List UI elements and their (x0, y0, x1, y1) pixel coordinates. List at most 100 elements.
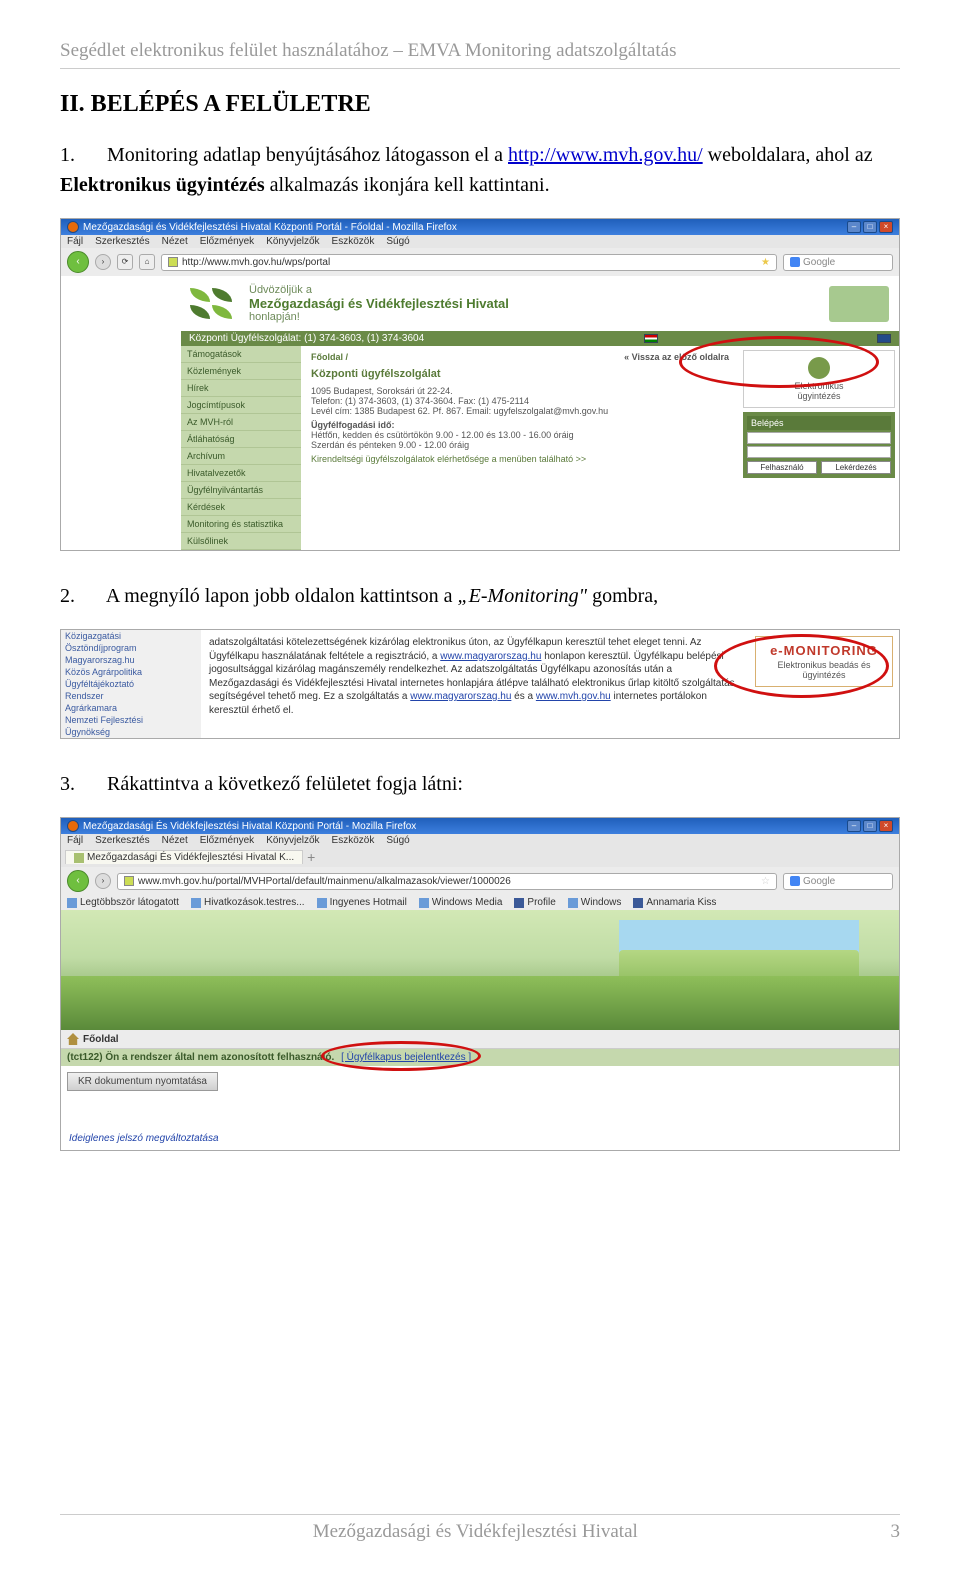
nav-item[interactable]: Kérdések (181, 499, 301, 516)
mvh-link[interactable]: http://www.mvh.gov.hu/ (508, 144, 703, 166)
nav2-item[interactable]: Közös Agrárpolitika (61, 666, 201, 678)
paragraph-2: 2. A megnyíló lapon jobb oldalon kattint… (60, 581, 900, 611)
p2-text-a: A megnyíló lapon jobb oldalon kattintson… (106, 585, 458, 607)
s2-link1[interactable]: www.magyarorszag.hu (440, 651, 541, 662)
menu-item[interactable]: Könyvjelzők (266, 236, 319, 247)
menu-item[interactable]: Fájl (67, 835, 83, 846)
nav2-item[interactable]: Ösztöndíjprogram (61, 642, 201, 654)
reload-button[interactable]: ⟳ (117, 254, 133, 270)
eu-sub: ügyintézés (750, 391, 888, 401)
menu-item[interactable]: Előzmények (200, 236, 254, 247)
bookmark-item[interactable]: Annamaria Kiss (633, 897, 716, 908)
browser-toolbar: ‹ › ⟳ ⌂ http://www.mvh.gov.hu/wps/portal… (61, 248, 899, 276)
menu-item[interactable]: Előzmények (200, 835, 254, 846)
menu-item[interactable]: Nézet (162, 835, 188, 846)
forward-button[interactable]: › (95, 254, 111, 270)
forward-button[interactable]: › (95, 873, 111, 889)
nav2-item[interactable]: Agrárkamara (61, 702, 201, 714)
temp-password-note[interactable]: Ideiglenes jelszó megváltoztatása (61, 1127, 899, 1150)
kr-print-button[interactable]: KR dokumentum nyomtatása (67, 1072, 218, 1091)
highlight-circle-2 (714, 634, 889, 698)
menu-item[interactable]: Eszközök (332, 835, 375, 846)
login-btn1[interactable]: Felhasználó (747, 461, 817, 474)
search-box-3[interactable]: Google (783, 873, 893, 890)
firefox-icon (67, 221, 79, 233)
close-button[interactable]: × (879, 221, 893, 233)
nav2-item[interactable]: Közigazgatási (61, 630, 201, 642)
flag-en-icon[interactable] (877, 334, 891, 343)
bookmark-item[interactable]: Hivatkozások.testres... (191, 897, 305, 908)
bookmark-item[interactable]: Legtöbbször látogatott (67, 897, 179, 908)
nav-item[interactable]: Közlemények (181, 363, 301, 380)
paragraph-1: 1. Monitoring adatlap benyújtásához láto… (60, 140, 900, 200)
s2-link2[interactable]: www.magyarorszag.hu (410, 691, 511, 702)
username-input[interactable] (747, 432, 891, 444)
center-link[interactable]: Kirendeltségi ügyfélszolgálatok elérhető… (311, 454, 729, 464)
nav-item[interactable]: Az MVH-ról (181, 414, 301, 431)
s2-link3[interactable]: www.mvh.gov.hu (536, 691, 611, 702)
p2-text-b: gombra, (592, 585, 658, 607)
shot2-text: adatszolgáltatási kötelezettségének kizá… (201, 630, 749, 738)
nav-item[interactable]: Külsőlinek (181, 533, 301, 550)
close-button[interactable]: × (879, 820, 893, 832)
flag-hu-icon[interactable] (644, 334, 658, 343)
bookmark-item[interactable]: Profile (514, 897, 555, 908)
fooldal-bar: Főoldal (61, 1030, 899, 1049)
nav-item[interactable]: Archívum (181, 448, 301, 465)
nav2-item[interactable]: Ügynökség (61, 726, 201, 738)
nav2-item[interactable]: Rendszer (61, 690, 201, 702)
address-bar[interactable]: http://www.mvh.gov.hu/wps/portal ★ (161, 254, 777, 271)
bookmark-item[interactable]: Ingyenes Hotmail (317, 897, 407, 908)
back-button[interactable]: ‹ (67, 251, 89, 273)
nav2-item[interactable]: Ügyféltájékoztató (61, 678, 201, 690)
nav-item[interactable]: Jogcímtípusok (181, 397, 301, 414)
login-title: Belépés (747, 416, 891, 430)
back-button[interactable]: ‹ (67, 870, 89, 892)
mvh-logo (189, 287, 241, 321)
bookmark-item[interactable]: Windows (568, 897, 622, 908)
auth-status-line: (tct122) Ön a rendszer által nem azonosí… (61, 1049, 899, 1066)
home-button[interactable]: ⌂ (139, 254, 155, 270)
address-bar-3[interactable]: www.mvh.gov.hu/portal/MVHPortal/default/… (117, 873, 777, 890)
site-favicon (168, 257, 178, 267)
nav-item[interactable]: Hivatalvezetők (181, 465, 301, 482)
highlight-circle-3 (321, 1041, 481, 1071)
new-tab-button[interactable]: + (307, 849, 315, 865)
menu-item[interactable]: Könyvjelzők (266, 835, 319, 846)
nav-item[interactable]: Támogatások (181, 346, 301, 363)
bookmark-star-icon[interactable]: ☆ (761, 876, 770, 887)
fooldal-label[interactable]: Főoldal (83, 1034, 119, 1045)
nav-item[interactable]: Átláhatóság (181, 431, 301, 448)
password-input[interactable] (747, 446, 891, 458)
screenshot-1: Mezőgazdasági és Vidékfejlesztési Hivata… (60, 218, 900, 551)
center-content: Főoldal / « Vissza az előző oldalra Közp… (301, 346, 739, 550)
nav-item[interactable]: Monitoring és statisztika (181, 516, 301, 533)
login-btn2[interactable]: Lekérdezés (821, 461, 891, 474)
nav2-item[interactable]: Nemzeti Fejlesztési (61, 714, 201, 726)
browser-tab[interactable]: Mezőgazdasági És Vidékfejlesztési Hivata… (65, 850, 303, 864)
nav2-item[interactable]: Magyarorszag.hu (61, 654, 201, 666)
minimize-button[interactable]: – (847, 820, 861, 832)
google-icon (790, 876, 800, 886)
bookmark-star-icon[interactable]: ★ (761, 257, 770, 268)
menu-item[interactable]: Fájl (67, 236, 83, 247)
welcome-small: Üdvözöljük a (249, 284, 509, 296)
site-favicon (124, 876, 134, 886)
maximize-button[interactable]: □ (863, 820, 877, 832)
menu-item[interactable]: Szerkesztés (95, 236, 149, 247)
menu-item[interactable]: Szerkesztés (95, 835, 149, 846)
menu-item[interactable]: Súgó (386, 835, 409, 846)
tel-line: Telefon: (1) 374-3603, (1) 374-3604. Fax… (311, 396, 729, 406)
screenshot-3: Mezőgazdasági És Vidékfejlesztési Hivata… (60, 817, 900, 1151)
login-box: Belépés Felhasználó Lekérdezés (743, 412, 895, 478)
minimize-button[interactable]: – (847, 221, 861, 233)
menu-item[interactable]: Nézet (162, 236, 188, 247)
maximize-button[interactable]: □ (863, 221, 877, 233)
menu-item[interactable]: Súgó (386, 236, 409, 247)
screenshot-2: Közigazgatási Ösztöndíjprogram Magyarors… (60, 629, 900, 739)
bookmark-item[interactable]: Windows Media (419, 897, 503, 908)
nav-item[interactable]: Hírek (181, 380, 301, 397)
search-box[interactable]: Google (783, 254, 893, 271)
menu-item[interactable]: Eszközök (332, 236, 375, 247)
nav-item[interactable]: Ügyfélnyilvántartás (181, 482, 301, 499)
